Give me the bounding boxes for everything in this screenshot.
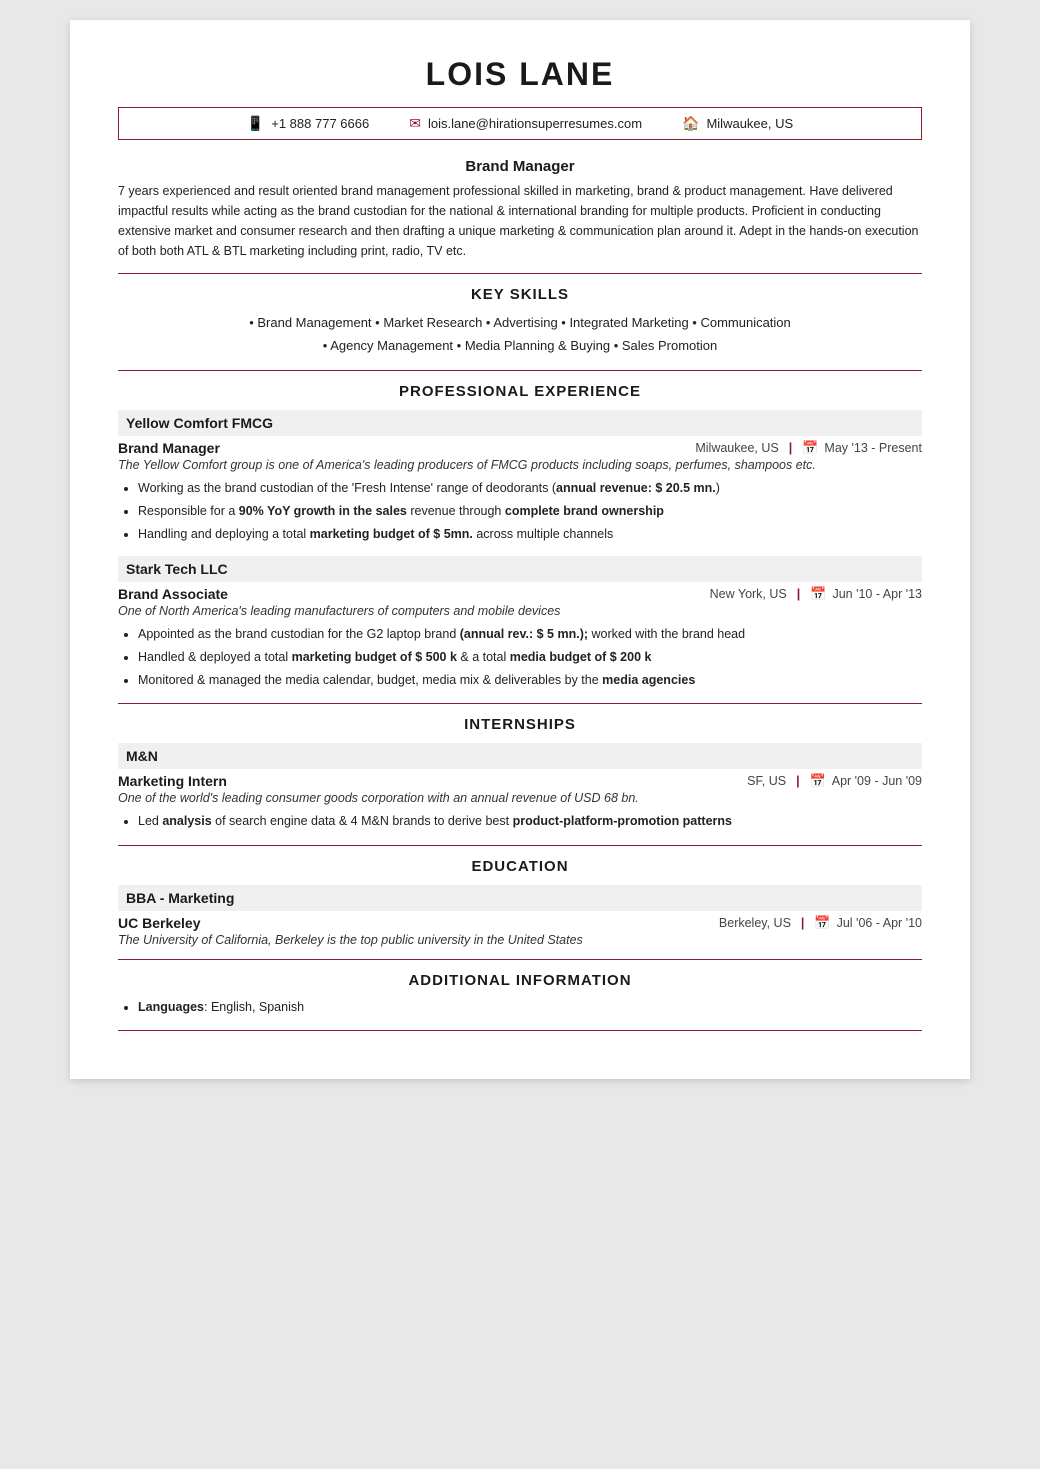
dates-stark: Jun '10 - Apr '13 <box>832 587 922 601</box>
summary-text: 7 years experienced and result oriented … <box>118 181 922 261</box>
company-mn: M&N <box>118 743 922 769</box>
additional-languages: Languages: English, Spanish <box>138 997 922 1018</box>
pipe3: | <box>796 774 800 788</box>
additional-list: Languages: English, Spanish <box>118 997 922 1018</box>
internships-section-title: INTERNSHIPS <box>118 716 922 733</box>
email-icon: ✉ <box>409 115 421 132</box>
dates-edu: Jul '06 - Apr '10 <box>837 916 922 930</box>
phone-icon: 📱 <box>247 115 264 132</box>
languages-label: Languages <box>138 1000 204 1014</box>
institution-uc-berkeley: UC Berkeley <box>118 915 201 931</box>
location-date-brand-associate: New York, US | 📅 Jun '10 - Apr '13 <box>710 586 922 602</box>
location-edu: Berkeley, US <box>719 916 791 930</box>
location-date-edu: Berkeley, US | 📅 Jul '06 - Apr '10 <box>719 915 922 931</box>
location-item: 🏠 Milwaukee, US <box>682 115 793 132</box>
role-marketing-intern: Marketing Intern <box>118 773 227 789</box>
role-row-marketing-intern: Marketing Intern SF, US | 📅 Apr '09 - Ju… <box>118 773 922 789</box>
resume-container: LOIS LANE 📱 +1 888 777 6666 ✉ lois.lane@… <box>70 20 970 1079</box>
pipe2: | <box>797 587 801 601</box>
location-text: Milwaukee, US <box>706 116 793 131</box>
desc-edu: The University of California, Berkeley i… <box>118 933 922 947</box>
languages-value: English, Spanish <box>211 1000 304 1014</box>
location-date-intern: SF, US | 📅 Apr '09 - Jun '09 <box>747 773 922 789</box>
location-date-brand-manager: Milwaukee, US | 📅 May '13 - Present <box>695 440 922 456</box>
divider-end <box>118 1030 922 1031</box>
divider-internships <box>118 703 922 704</box>
candidate-name: LOIS LANE <box>118 56 922 93</box>
divider-experience <box>118 370 922 371</box>
location-icon: 🏠 <box>682 115 699 132</box>
cal-icon-1: 📅 <box>802 440 818 456</box>
company-yellow-comfort: Yellow Comfort FMCG <box>118 410 922 436</box>
bullet-yellow-1: Working as the brand custodian of the 'F… <box>138 478 922 499</box>
bullet-yellow-3: Handling and deploying a total marketing… <box>138 524 922 545</box>
cal-icon-3: 📅 <box>810 773 826 789</box>
degree-bba: BBA - Marketing <box>118 885 922 911</box>
location-stark: New York, US <box>710 587 787 601</box>
company-stark-tech: Stark Tech LLC <box>118 556 922 582</box>
role-row-brand-associate: Brand Associate New York, US | 📅 Jun '10… <box>118 586 922 602</box>
bullets-yellow: Working as the brand custodian of the 'F… <box>118 478 922 546</box>
education-section-title: EDUCATION <box>118 858 922 875</box>
bullets-mn: Led analysis of search engine data & 4 M… <box>118 811 922 832</box>
pipe4: | <box>801 916 805 930</box>
summary-title: Brand Manager <box>118 158 922 175</box>
role-row-uc-berkeley: UC Berkeley Berkeley, US | 📅 Jul '06 - A… <box>118 915 922 931</box>
role-brand-manager: Brand Manager <box>118 440 220 456</box>
location-yellow: Milwaukee, US <box>695 441 778 455</box>
bullet-mn-1: Led analysis of search engine data & 4 M… <box>138 811 922 832</box>
bullet-stark-3: Monitored & managed the media calendar, … <box>138 670 922 691</box>
role-brand-associate: Brand Associate <box>118 586 228 602</box>
experience-section-title: PROFESSIONAL EXPERIENCE <box>118 383 922 400</box>
divider-education <box>118 845 922 846</box>
bullet-yellow-2: Responsible for a 90% YoY growth in the … <box>138 501 922 522</box>
bullets-stark: Appointed as the brand custodian for the… <box>118 624 922 692</box>
cal-icon-4: 📅 <box>814 915 830 931</box>
skills-line1: • Brand Management • Market Research • A… <box>118 311 922 334</box>
contact-bar: 📱 +1 888 777 6666 ✉ lois.lane@hirationsu… <box>118 107 922 140</box>
pipe1: | <box>789 441 793 455</box>
divider-additional <box>118 959 922 960</box>
email-text: lois.lane@hirationsuperresumes.com <box>428 116 642 131</box>
skills-container: • Brand Management • Market Research • A… <box>118 311 922 358</box>
phone-text: +1 888 777 6666 <box>271 116 369 131</box>
skills-line2: • Agency Management • Media Planning & B… <box>118 334 922 357</box>
dates-mn: Apr '09 - Jun '09 <box>832 774 922 788</box>
additional-section-title: ADDITIONAL INFORMATION <box>118 972 922 989</box>
phone-item: 📱 +1 888 777 6666 <box>247 115 369 132</box>
desc-mn: One of the world's leading consumer good… <box>118 791 922 805</box>
skills-section-title: KEY SKILLS <box>118 286 922 303</box>
email-item: ✉ lois.lane@hirationsuperresumes.com <box>409 115 642 132</box>
role-row-brand-manager: Brand Manager Milwaukee, US | 📅 May '13 … <box>118 440 922 456</box>
dates-yellow: May '13 - Present <box>824 441 922 455</box>
bullet-stark-2: Handled & deployed a total marketing bud… <box>138 647 922 668</box>
bullet-stark-1: Appointed as the brand custodian for the… <box>138 624 922 645</box>
cal-icon-2: 📅 <box>810 586 826 602</box>
desc-yellow: The Yellow Comfort group is one of Ameri… <box>118 458 922 472</box>
location-mn: SF, US <box>747 774 786 788</box>
desc-stark: One of North America's leading manufactu… <box>118 604 922 618</box>
divider-skills <box>118 273 922 274</box>
